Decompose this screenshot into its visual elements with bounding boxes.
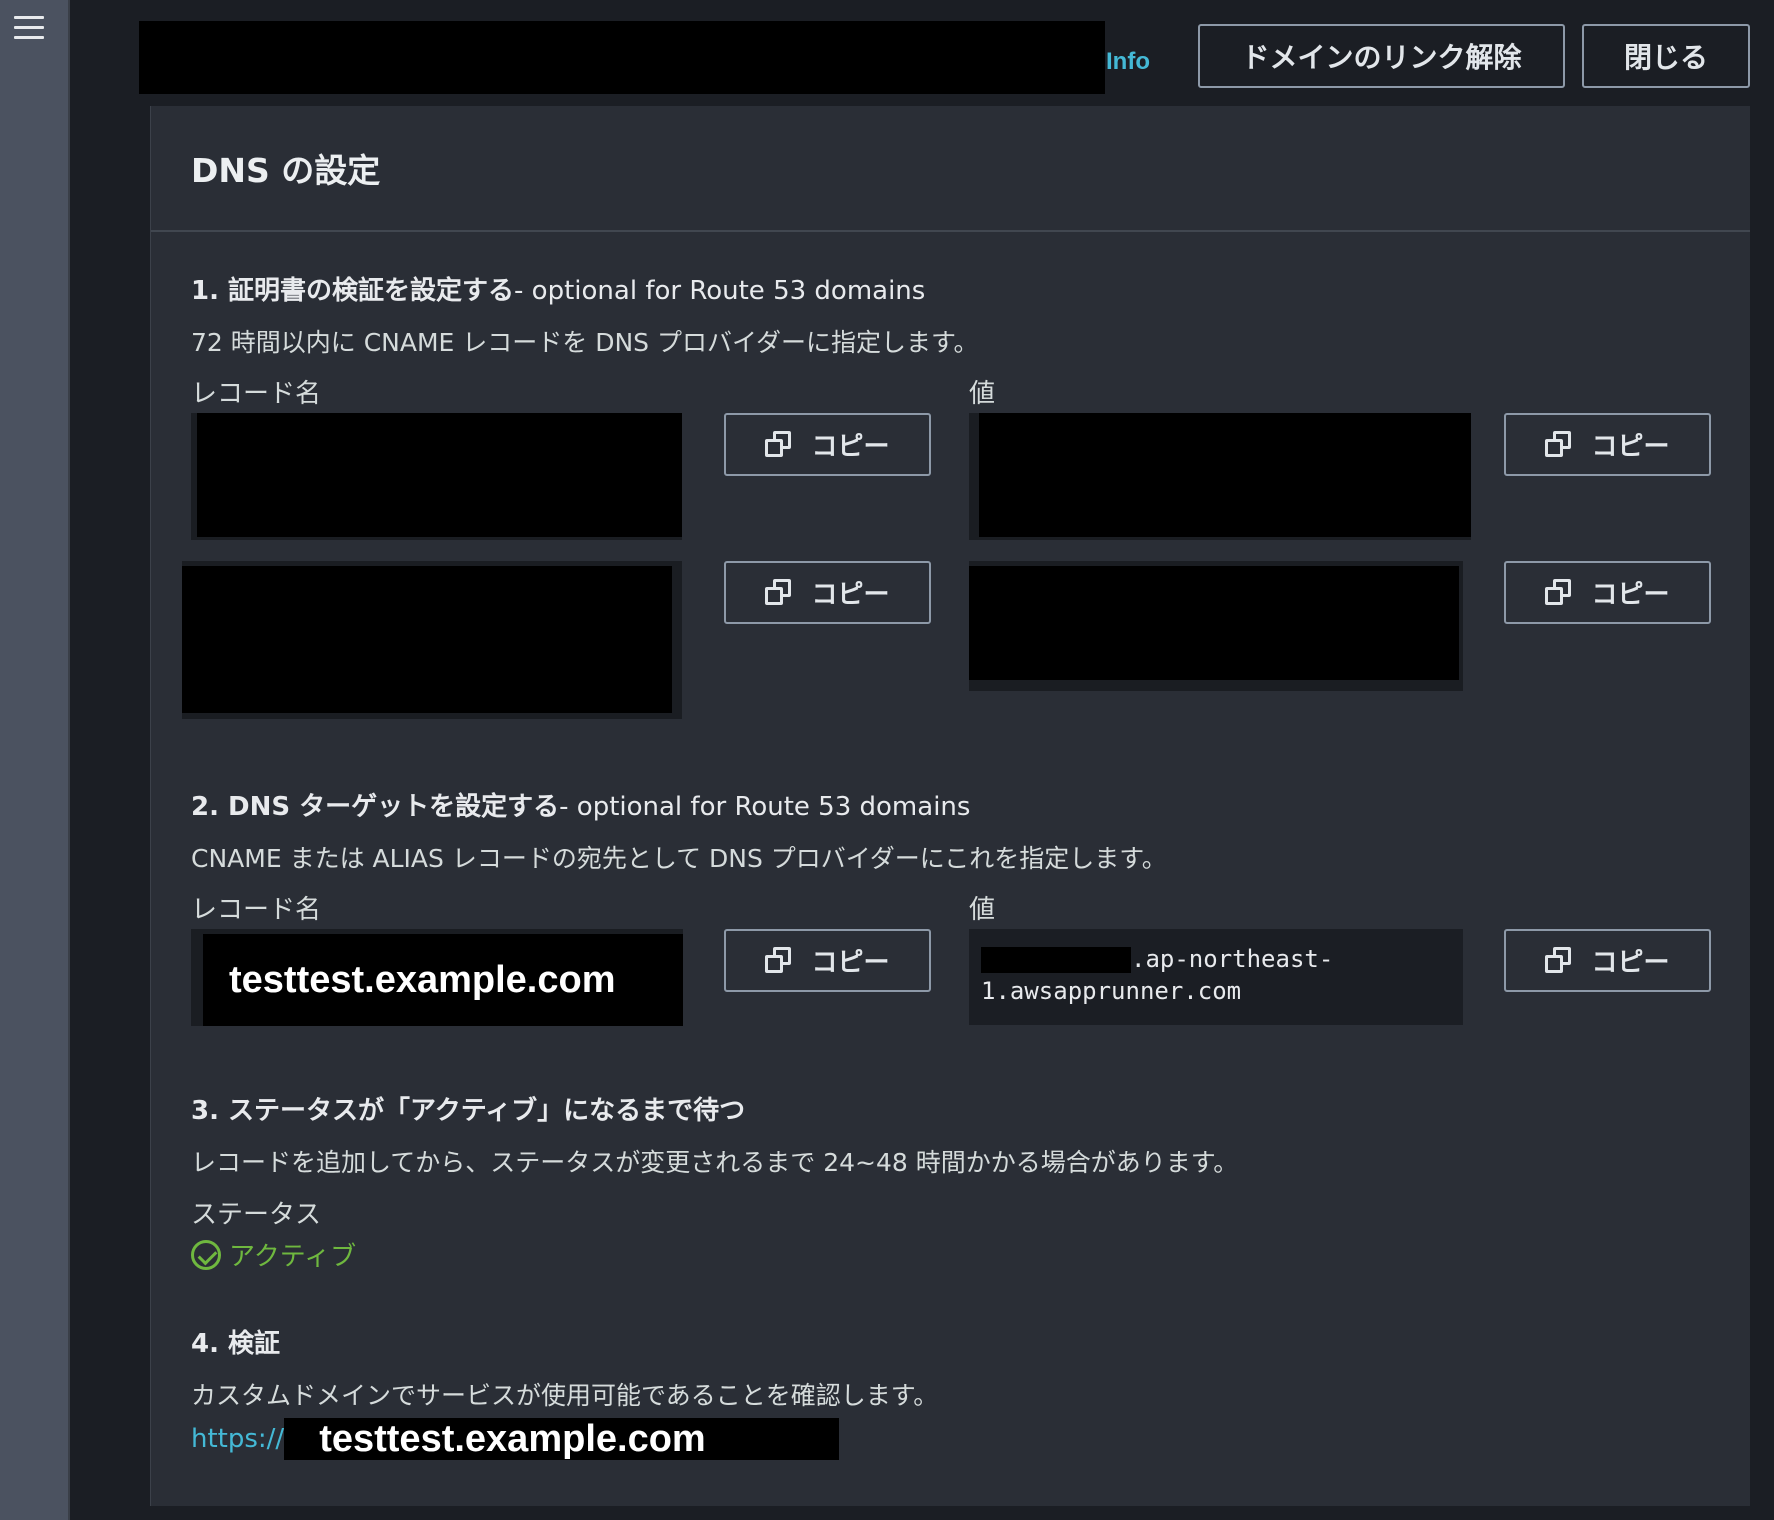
step2-title: 2. DNS ターゲットを設定する- optional for Route 53… [191, 786, 970, 823]
copy-icon [1545, 946, 1573, 975]
copy-icon [1545, 430, 1573, 459]
copy-icon [765, 430, 793, 459]
copy-target-value-button[interactable]: コピー [1504, 929, 1711, 992]
side-navigation [0, 0, 70, 1520]
redacted-value-1 [979, 413, 1471, 537]
step1-value-label: 値 [969, 379, 996, 409]
copy-label: コピー [1591, 580, 1670, 610]
target-record-name: testtest.example.com [203, 934, 683, 1026]
unlink-domain-button[interactable]: ドメインのリンク解除 [1198, 24, 1565, 88]
step4-description: カスタムドメインでサービスが使用可能であることを確認します。 [191, 1381, 939, 1410]
copy-record-name-2-button[interactable]: コピー [724, 561, 931, 624]
step1-description: 72 時間以内に CNAME レコードを DNS プロバイダーに指定します。 [191, 328, 979, 357]
step3-description: レコードを追加してから、ステータスが変更されるまで 24~48 時間かかる場合が… [191, 1148, 1239, 1177]
dns-settings-panel: DNS の設定 1. 証明書の検証を設定する- optional for Rou… [150, 106, 1750, 1506]
verification-url[interactable]: https:// testtest.example.com [191, 1418, 840, 1460]
copy-value-2-button[interactable]: コピー [1504, 561, 1711, 624]
url-domain[interactable]: testtest.example.com [284, 1418, 840, 1460]
step1-title: 1. 証明書の検証を設定する- optional for Route 53 do… [191, 270, 925, 307]
step2-description: CNAME または ALIAS レコードの宛先として DNS プロバイダーにこれ… [191, 844, 1167, 873]
copy-icon [765, 578, 793, 607]
step4-title: 4. 検証 [191, 1329, 281, 1359]
panel-header: DNS の設定 [151, 106, 1750, 232]
copy-target-record-name-button[interactable]: コピー [724, 929, 931, 992]
copy-icon [1545, 578, 1573, 607]
menu-icon[interactable] [14, 14, 46, 42]
step2-title-rest: - optional for Route 53 domains [559, 792, 971, 822]
info-link[interactable]: Info [1106, 48, 1150, 76]
target-value-box: .ap-northeast- 1.awsapprunner.com [969, 929, 1463, 1025]
redacted-domain-title [139, 21, 1105, 94]
status-indicator: アクティブ [191, 1236, 356, 1273]
copy-value-1-button[interactable]: コピー [1504, 413, 1711, 476]
redacted-record-name-2 [182, 566, 672, 713]
copy-label: コピー [811, 948, 890, 978]
target-value-line2: 1.awsapprunner.com [981, 977, 1242, 1005]
step2-title-bold: 2. DNS ターゲットを設定する [191, 792, 560, 822]
url-prefix[interactable]: https:// [191, 1424, 284, 1454]
step2-record-name-label: レコード名 [191, 895, 322, 925]
copy-record-name-1-button[interactable]: コピー [724, 413, 931, 476]
step1-title-bold: 1. 証明書の検証を設定する [191, 276, 515, 306]
copy-label: コピー [811, 432, 890, 462]
copy-label: コピー [1591, 948, 1670, 978]
close-button[interactable]: 閉じる [1582, 24, 1750, 88]
copy-label: コピー [811, 580, 890, 610]
status-label: ステータス [191, 1200, 322, 1230]
copy-label: コピー [1591, 432, 1670, 462]
redacted-value-2 [969, 566, 1459, 680]
step1-title-rest: - optional for Route 53 domains [514, 276, 926, 306]
step2-value-label: 値 [969, 895, 996, 925]
redacted-record-name-1 [197, 413, 682, 537]
status-value: アクティブ [229, 1242, 357, 1272]
check-circle-icon [191, 1239, 221, 1270]
copy-icon [765, 946, 793, 975]
target-value-line1: .ap-northeast- [1131, 945, 1334, 973]
step3-title: 3. ステータスが「アクティブ」になるまで待つ [191, 1096, 746, 1126]
step1-record-name-label: レコード名 [191, 379, 322, 409]
panel-title: DNS の設定 [191, 151, 381, 190]
redacted-value-prefix [981, 947, 1131, 973]
